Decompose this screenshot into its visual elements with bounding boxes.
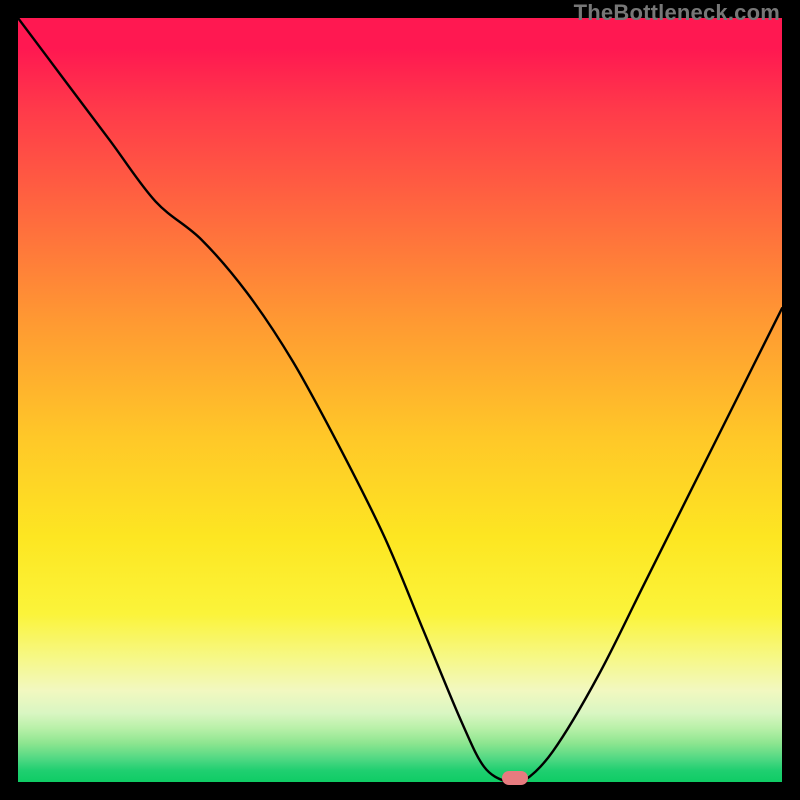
optimal-marker: [502, 771, 528, 785]
chart-frame: TheBottleneck.com: [0, 0, 800, 800]
watermark-text: TheBottleneck.com: [574, 0, 780, 26]
plot-area: [18, 18, 782, 782]
